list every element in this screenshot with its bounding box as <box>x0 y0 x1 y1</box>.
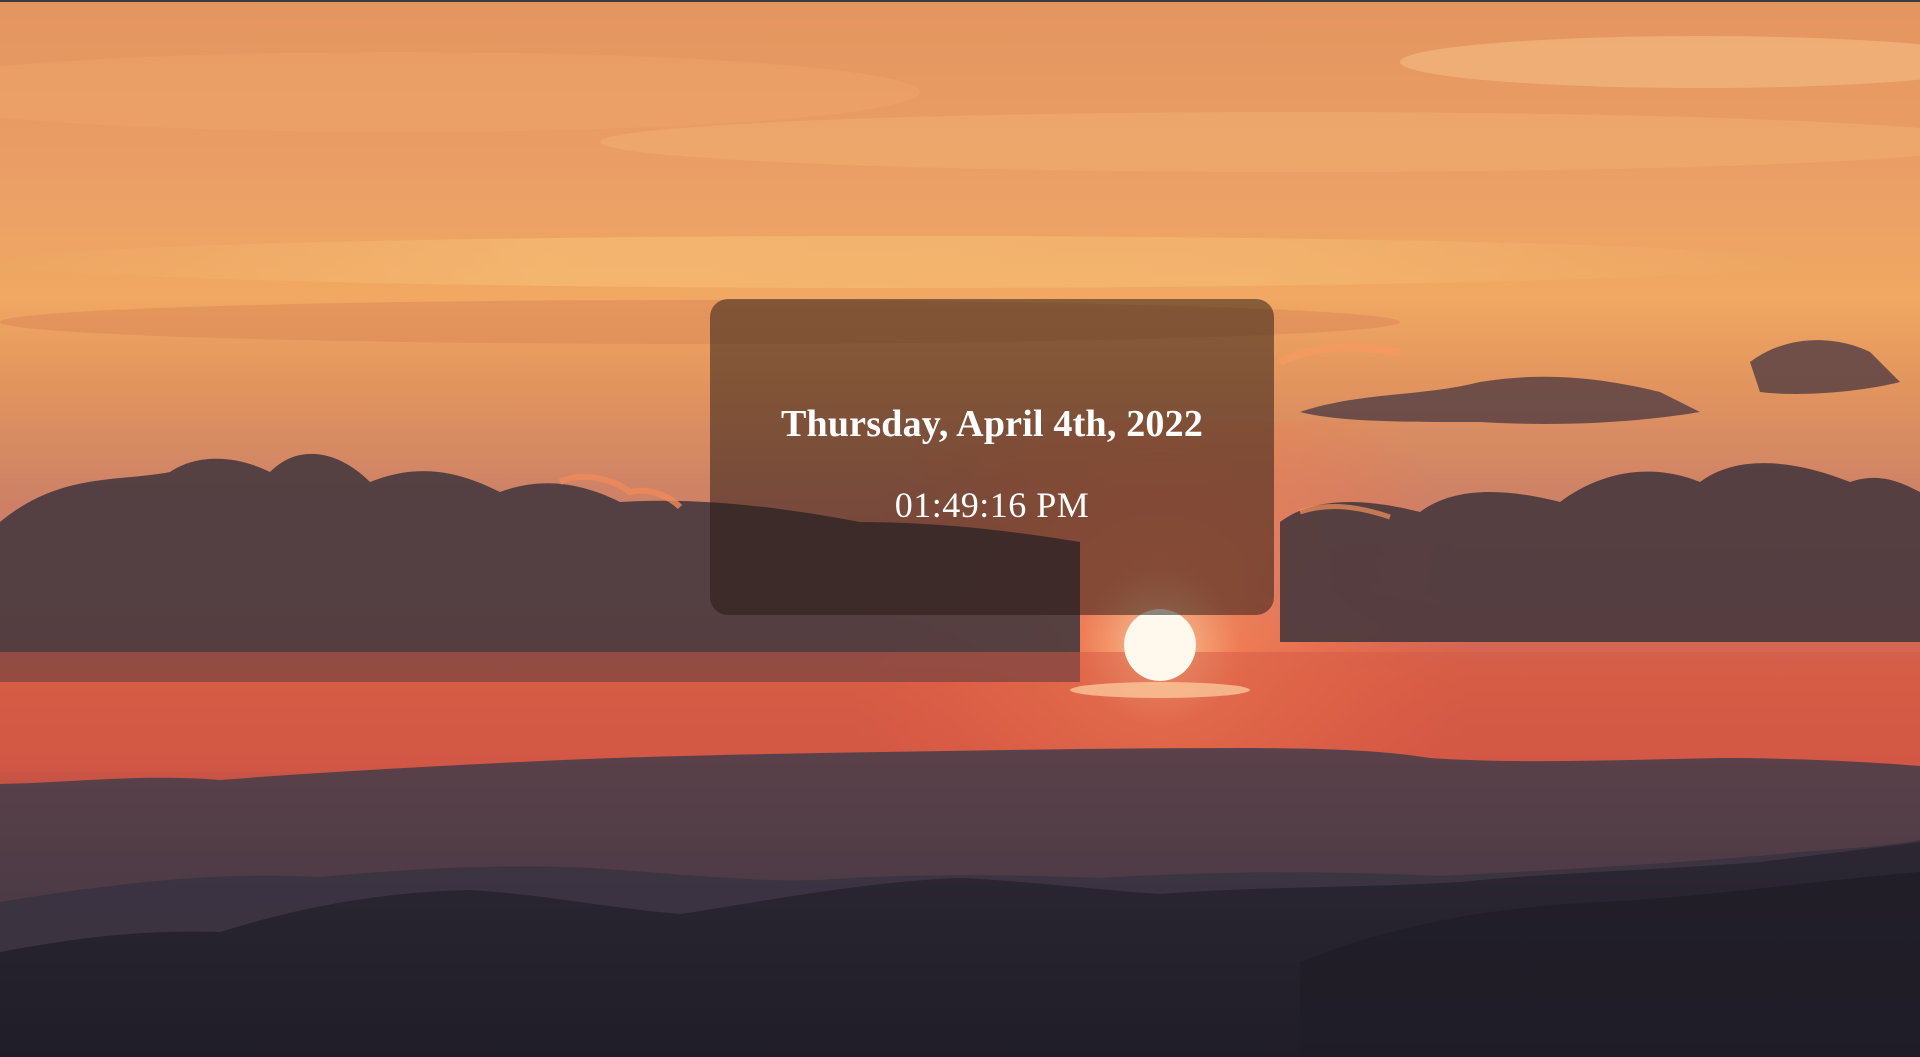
time-display: 01:49:16 PM <box>894 485 1090 525</box>
sun-shape <box>1124 609 1196 681</box>
clock-card: Thursday, April 4th, 2022 01:49:16 PM <box>710 299 1274 615</box>
date-display: Thursday, April 4th, 2022 <box>780 403 1204 445</box>
